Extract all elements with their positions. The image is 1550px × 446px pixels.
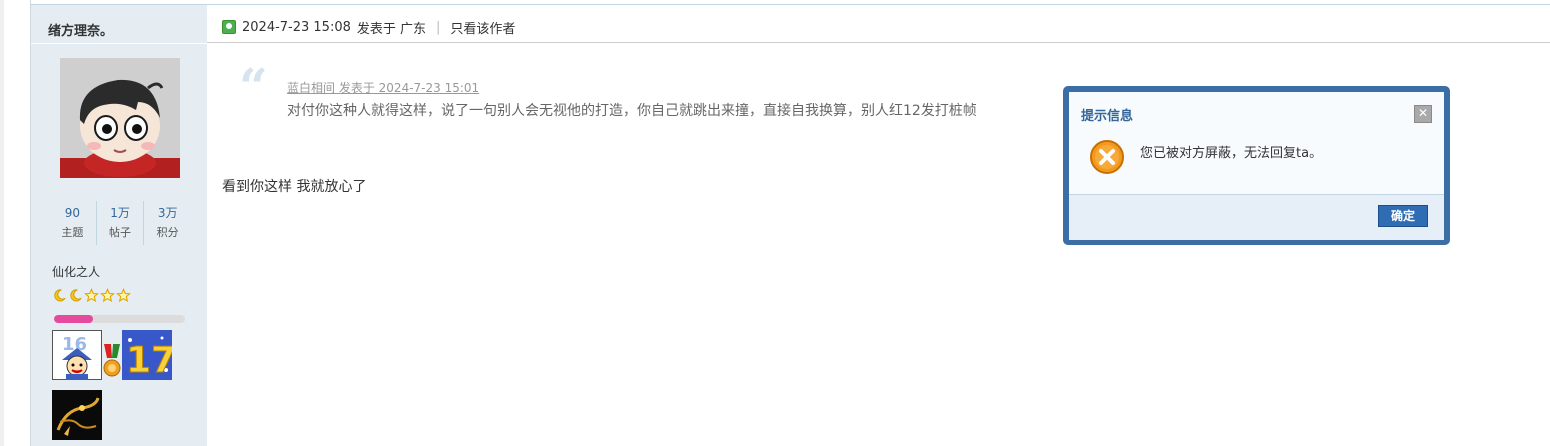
stat-credits[interactable]: 3万 积分 — [144, 201, 191, 245]
moon-icon — [70, 289, 82, 302]
quote-meta[interactable]: 蓝白相间 发表于 2024-7-23 15:01 — [287, 79, 479, 96]
star-icon — [84, 288, 99, 303]
author-name[interactable]: 绪方理奈。 — [48, 20, 113, 39]
quote-mark-icon: “ — [239, 57, 268, 116]
post-top-border — [30, 4, 1550, 5]
post-header-divider — [207, 42, 1550, 43]
medal-list: 16 17 — [51, 330, 201, 440]
stat-threads-label: 主题 — [61, 226, 84, 239]
medal-golden-dragon[interactable] — [52, 390, 102, 444]
level-progress-bar — [54, 315, 185, 323]
quote-author[interactable]: 蓝白相间 — [287, 81, 335, 95]
dialog-title: 提示信息 — [1081, 109, 1134, 124]
post-header: 2024-7-23 15:08 发表于 广东 | 只看该作者 — [222, 18, 515, 37]
dialog-ok-button[interactable]: 确定 — [1378, 205, 1428, 227]
quote-text: 对付你这种人就得这样，说了一句别人会无视他的打造，你自己就跳出来撞，直接自我换算… — [287, 103, 977, 119]
moon-icon — [54, 289, 66, 302]
posted-from: 发表于 广东 — [356, 21, 427, 37]
author-sidebar: 绪方理奈。 90 主题 1万 帖子 3万 积分 仙化之人 16 17 — [31, 5, 207, 446]
header-separator: | — [436, 19, 441, 35]
stat-credits-value[interactable]: 3万 — [144, 203, 191, 223]
name-divider — [31, 43, 207, 44]
stat-posts[interactable]: 1万 帖子 — [97, 201, 145, 245]
author-stats: 90 主题 1万 帖子 3万 积分 — [49, 201, 191, 245]
medal-17-badge[interactable]: 17 — [122, 330, 177, 384]
dialog-close-button[interactable]: ✕ — [1414, 105, 1432, 123]
stat-posts-label: 帖子 — [109, 226, 131, 239]
avatar[interactable] — [60, 58, 180, 178]
level-progress-fill — [54, 315, 94, 323]
svg-text:17: 17 — [126, 340, 172, 380]
user-online-icon — [222, 20, 236, 34]
page: 绪方理奈。 90 主题 1万 帖子 3万 积分 仙化之人 16 17 2024-… — [0, 0, 1550, 446]
stat-threads-value[interactable]: 90 — [49, 203, 96, 223]
stat-threads[interactable]: 90 主题 — [49, 201, 97, 245]
rank-icons — [52, 288, 131, 304]
stat-posts-value[interactable]: 1万 — [97, 203, 144, 223]
dialog-message: 您已被对方屏蔽，无法回复ta。 — [1140, 146, 1323, 161]
quote-posted-at: 发表于 2024-7-23 15:01 — [338, 81, 480, 95]
dialog-footer: 确定 — [1069, 194, 1444, 240]
stat-credits-label: 积分 — [156, 226, 179, 239]
error-icon — [1089, 139, 1125, 175]
star-icon — [116, 288, 131, 303]
medal-ribbon[interactable] — [102, 344, 122, 384]
star-icon — [100, 288, 115, 303]
alert-dialog: 提示信息 ✕ 您已被对方屏蔽，无法回复ta。 确定 — [1063, 86, 1450, 245]
medal-16-badge[interactable]: 16 — [52, 330, 102, 384]
reply-text: 看到你这样 我就放心了 — [222, 179, 367, 195]
rank-title[interactable]: 仙化之人 — [52, 263, 100, 280]
left-strip — [0, 0, 4, 446]
author-only-link[interactable]: 只看该作者 — [450, 18, 515, 37]
post-timestamp: 2024-7-23 15:08 — [242, 19, 351, 35]
